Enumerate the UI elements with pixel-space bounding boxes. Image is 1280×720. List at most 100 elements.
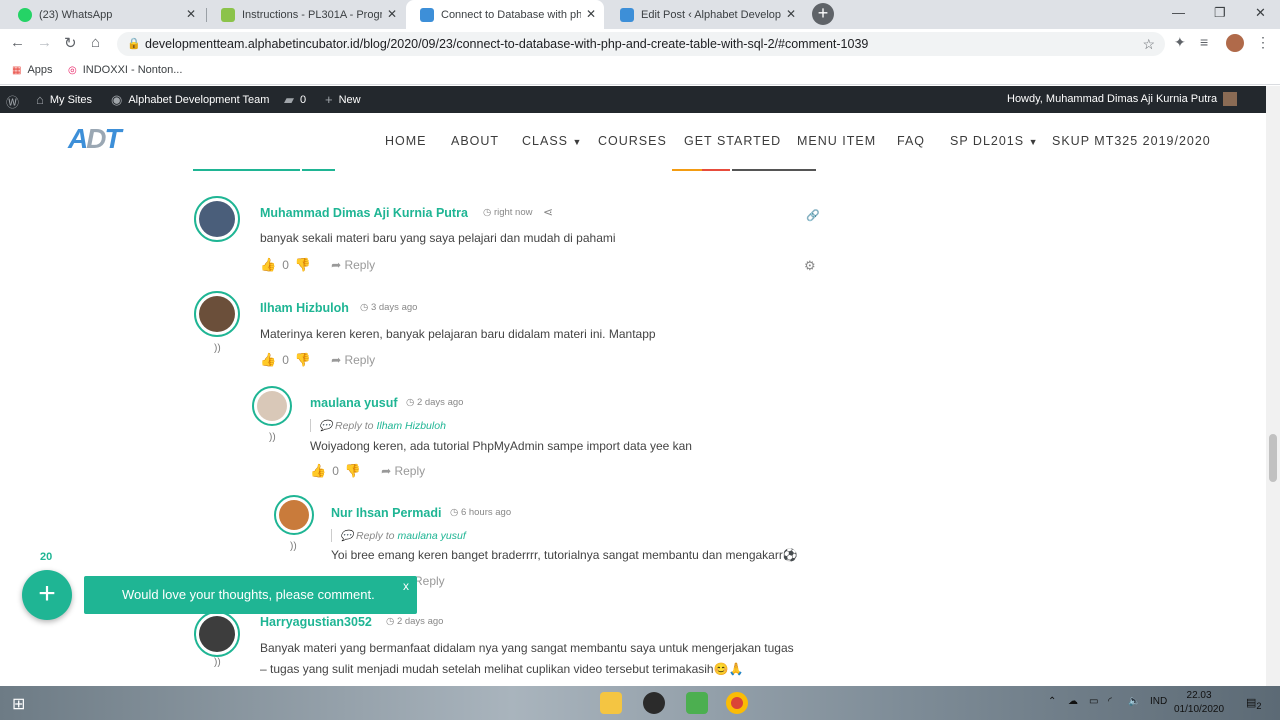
thumbs-down-icon[interactable]: 👎: [295, 352, 311, 368]
reply-button[interactable]: ➦ Reply: [331, 353, 375, 367]
menu-skup[interactable]: SKUP MT325 2019/2020: [1052, 134, 1211, 148]
wordpress-logo-icon[interactable]: Ⓦ: [6, 92, 19, 111]
notification-icon[interactable]: ▤2: [1246, 696, 1262, 711]
comment-time[interactable]: ◷ 6 hours ago: [450, 507, 511, 518]
home-icon[interactable]: ⌂: [91, 34, 100, 51]
obs-icon[interactable]: [643, 692, 665, 714]
menu-about[interactable]: ABOUT: [451, 134, 499, 148]
tab-connect-database[interactable]: Connect to Database with php, a ✕: [406, 0, 604, 29]
comment-text: Materinya keren keren, banyak pelajaran …: [260, 327, 656, 341]
close-tab-icon[interactable]: ✕: [586, 7, 596, 21]
comment-toast[interactable]: Would love your thoughts, please comment…: [84, 576, 417, 614]
media-icon[interactable]: ≡: [1200, 34, 1208, 50]
tab-whatsapp[interactable]: (23) WhatsApp ✕: [4, 0, 204, 29]
comment-time[interactable]: ◷ right now: [483, 207, 533, 218]
link-icon[interactable]: 🔗: [806, 209, 820, 222]
windows-taskbar: ⊞ ⌃ ☁ ▭ ◜ 🔈 IND 22.03 01/10/2020 ▤2: [0, 686, 1280, 720]
share-icon[interactable]: ⋖: [543, 205, 553, 219]
chrome-icon[interactable]: [726, 692, 748, 714]
system-clock[interactable]: 22.03 01/10/2020: [1174, 689, 1224, 717]
site-name-link[interactable]: ◉ Alphabet Development Team: [111, 92, 269, 108]
bookmark-indoxxi[interactable]: ◎ INDOXXI - Nonton...: [68, 64, 182, 76]
rss-icon[interactable]: )): [214, 657, 221, 668]
comment-author[interactable]: Nur Ihsan Permadi: [331, 506, 441, 520]
reply-to-link[interactable]: 💬 Reply to Ilham Hizbuloh: [310, 419, 446, 432]
scrollbar-thumb[interactable]: [1269, 434, 1277, 482]
comment-author[interactable]: Harryagustian3052: [260, 615, 372, 629]
new-content-link[interactable]: + New: [325, 92, 361, 107]
whatsapp-icon: [18, 7, 32, 22]
address-bar[interactable]: 🔒 developmentteam.alphabetincubator.id/b…: [117, 32, 1165, 56]
menu-kebab-icon[interactable]: ⋮: [1256, 34, 1270, 51]
close-tab-icon[interactable]: ✕: [786, 7, 796, 21]
menu-sp-dl201s[interactable]: SP DL201S ▼: [950, 134, 1039, 148]
maximize-icon[interactable]: ❐: [1214, 5, 1226, 21]
menu-courses[interactable]: COURSES: [598, 134, 667, 148]
minimize-icon[interactable]: —: [1172, 5, 1185, 20]
comment-time[interactable]: ◷ 3 days ago: [360, 302, 417, 313]
bookmark-apps[interactable]: ▦ Apps: [12, 64, 53, 76]
forward-icon[interactable]: →: [37, 34, 52, 51]
wifi-icon[interactable]: ◜: [1108, 696, 1112, 707]
chevron-up-icon[interactable]: ⌃: [1048, 696, 1056, 707]
bookmark-star-icon[interactable]: ☆: [1142, 32, 1155, 56]
menu-faq[interactable]: FAQ: [897, 134, 925, 148]
thumbs-up-icon[interactable]: 👍: [260, 257, 276, 273]
comment-bubble-icon: ▰: [284, 92, 294, 107]
reload-icon[interactable]: ↻: [64, 34, 77, 52]
reply-button[interactable]: Reply: [414, 574, 445, 588]
volume-icon[interactable]: 🔈: [1128, 696, 1140, 707]
comment-time[interactable]: ◷ 2 days ago: [406, 397, 463, 408]
close-tab-icon[interactable]: ✕: [387, 7, 397, 21]
lock-icon[interactable]: 🔒: [127, 32, 141, 56]
new-tab-button[interactable]: +: [812, 3, 834, 25]
back-icon[interactable]: ←: [10, 34, 25, 51]
reply-button[interactable]: ➦ Reply: [381, 464, 425, 478]
thumbs-down-icon[interactable]: 👎: [345, 463, 361, 479]
profile-avatar[interactable]: [1226, 34, 1244, 52]
comment-author[interactable]: maulana yusuf: [310, 396, 398, 410]
menu-get-started[interactable]: GET STARTED: [684, 134, 781, 148]
onedrive-icon[interactable]: ☁: [1068, 696, 1078, 707]
adt-favicon-icon: [620, 7, 634, 22]
menu-home[interactable]: HOME: [385, 134, 427, 148]
file-explorer-icon[interactable]: [600, 692, 622, 714]
gear-icon[interactable]: ⚙: [804, 258, 816, 274]
tab-edit-post[interactable]: Edit Post ‹ Alphabet Developmen ✕: [606, 0, 804, 29]
reply-button[interactable]: ➦ Reply: [331, 258, 375, 272]
thumbs-down-icon[interactable]: 👎: [295, 257, 311, 273]
plus-icon: +: [325, 92, 333, 107]
battery-icon[interactable]: ▭: [1089, 696, 1098, 707]
my-sites-link[interactable]: ⌂ My Sites: [36, 92, 92, 107]
comments-link[interactable]: ▰ 0: [284, 92, 306, 108]
rss-icon[interactable]: )): [214, 343, 221, 354]
tab-instructions[interactable]: Instructions - PL301A - Programm ✕: [207, 0, 405, 29]
avatar: [194, 196, 240, 242]
site-logo[interactable]: ADT: [68, 123, 122, 155]
close-icon[interactable]: x: [403, 567, 409, 605]
rss-icon[interactable]: )): [269, 432, 276, 443]
thumbs-up-icon[interactable]: 👍: [310, 463, 326, 479]
close-window-icon[interactable]: ✕: [1255, 5, 1266, 21]
language-indicator[interactable]: IND: [1150, 696, 1167, 707]
rss-icon[interactable]: )): [290, 541, 297, 552]
camtasia-icon[interactable]: [686, 692, 708, 714]
page-scrollbar[interactable]: [1266, 86, 1280, 686]
reply-to-link[interactable]: 💬 Reply to maulana yusuf: [331, 529, 466, 542]
comment-votes: 👍 0 👎 ➦ Reply: [310, 463, 426, 479]
add-comment-button[interactable]: +: [22, 570, 72, 620]
avatar: [194, 291, 240, 337]
classroom-icon: [221, 7, 235, 22]
comment-time[interactable]: ◷ 2 days ago: [386, 616, 443, 627]
close-tab-icon[interactable]: ✕: [186, 7, 196, 21]
comment-author[interactable]: Muhammad Dimas Aji Kurnia Putra: [260, 206, 468, 220]
windows-start-icon[interactable]: ⊞: [12, 694, 25, 714]
menu-class[interactable]: CLASS ▼: [522, 134, 582, 148]
howdy-user-link[interactable]: Howdy, Muhammad Dimas Aji Kurnia Putra: [1007, 92, 1238, 106]
thumbs-up-icon[interactable]: 👍: [260, 352, 276, 368]
house-icon: ⌂: [36, 92, 44, 107]
extensions-icon[interactable]: ✦: [1174, 34, 1186, 51]
comment-text: Yoi bree emang keren banget braderrrr, t…: [331, 548, 798, 562]
menu-menu-item[interactable]: MENU ITEM: [797, 134, 876, 148]
comment-author[interactable]: Ilham Hizbuloh: [260, 301, 349, 315]
